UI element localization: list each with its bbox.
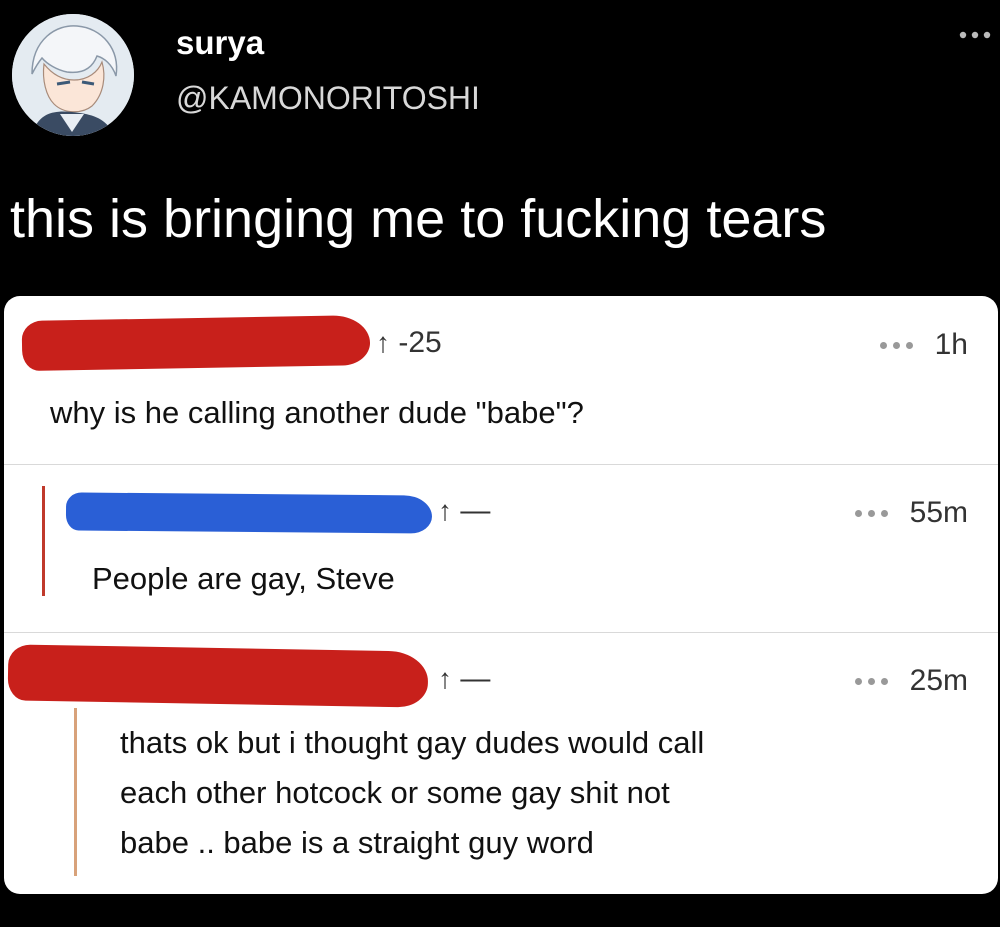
comment-meta: 1h xyxy=(879,328,968,362)
comment-meta: 55m xyxy=(854,496,968,530)
vote-count: ↑ -25 xyxy=(376,326,442,360)
display-name[interactable]: surya xyxy=(176,24,264,62)
redacted-username xyxy=(21,314,371,372)
comment-reply: ↑ — 25m thats ok but i thought gay dudes… xyxy=(4,632,998,894)
vote-score: — xyxy=(460,662,491,695)
upvote-arrow-icon[interactable]: ↑ xyxy=(438,663,452,694)
upvote-arrow-icon[interactable]: ↑ xyxy=(438,495,452,526)
comment-time: 1h xyxy=(934,328,968,361)
vote-count: ↑ — xyxy=(438,494,490,528)
comment-meta: 25m xyxy=(854,664,968,698)
comment-time: 25m xyxy=(909,664,968,697)
ellipsis-icon[interactable] xyxy=(854,677,888,685)
comment-time: 55m xyxy=(909,496,968,529)
redacted-username xyxy=(7,644,429,708)
tweet-text: this is bringing me to fucking tears xyxy=(10,189,827,249)
avatar[interactable] xyxy=(12,14,134,136)
thread-line xyxy=(74,708,77,876)
comment: ↑ -25 1h why is he calling another dude … xyxy=(4,296,998,465)
ellipsis-icon[interactable] xyxy=(879,341,913,349)
user-handle[interactable]: @KAMONORITOSHI xyxy=(176,80,480,117)
vote-count: ↑ — xyxy=(438,662,490,696)
thread-line xyxy=(42,486,45,596)
comment-text: why is he calling another dude "babe"? xyxy=(50,395,584,430)
vote-score: — xyxy=(460,494,491,527)
comment-reply: ↑ — 55m People are gay, Steve xyxy=(4,464,998,633)
more-horizontal-icon[interactable] xyxy=(958,28,992,42)
comment-text-line: each other hotcock or some gay shit not xyxy=(120,775,670,810)
ellipsis-icon[interactable] xyxy=(854,509,888,517)
upvote-arrow-icon[interactable]: ↑ xyxy=(376,327,390,358)
tweet-header: surya @KAMONORITOSHI xyxy=(8,10,992,140)
comment-text-line: babe .. babe is a straight guy word xyxy=(120,825,594,860)
comment-text-line: thats ok but i thought gay dudes would c… xyxy=(120,725,705,760)
redacted-username xyxy=(65,492,433,534)
vote-score: -25 xyxy=(398,326,442,359)
embedded-screenshot-card: ↑ -25 1h why is he calling another dude … xyxy=(4,296,998,894)
avatar-image xyxy=(12,14,134,136)
comment-text: thats ok but i thought gay dudes would c… xyxy=(120,718,704,868)
comment-text: People are gay, Steve xyxy=(92,561,395,596)
